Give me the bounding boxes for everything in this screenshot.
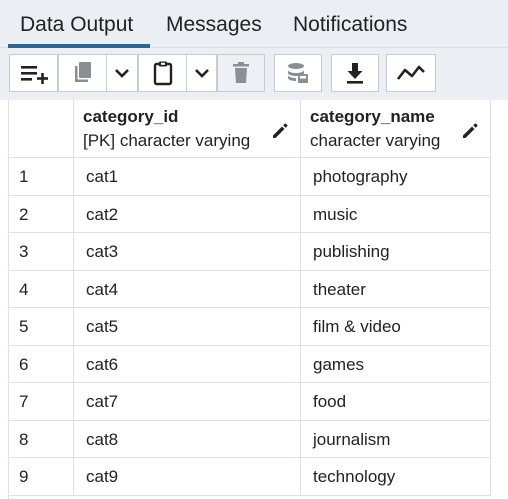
cell-category-name[interactable]: food (301, 383, 491, 421)
cell-category-id[interactable]: cat1 (74, 158, 301, 196)
cell-category-name[interactable]: journalism (301, 420, 491, 458)
column-header-category-id[interactable]: category_id [PK] character varying (74, 100, 301, 158)
edit-pencil-icon[interactable] (270, 121, 290, 141)
cell-category-name[interactable]: games (301, 345, 491, 383)
table-row[interactable]: 4 cat4 theater (9, 270, 508, 308)
column-name: category_name (310, 107, 435, 126)
cell-category-id[interactable]: cat7 (74, 383, 301, 421)
table-row[interactable]: 9 cat9 technology (9, 458, 508, 496)
row-number[interactable]: 3 (9, 233, 74, 271)
column-name: category_id (83, 107, 179, 126)
edit-pencil-icon[interactable] (460, 121, 480, 141)
copy-options-dropdown[interactable] (106, 55, 137, 91)
save-data-changes-button[interactable] (274, 54, 322, 92)
row-number[interactable]: 8 (9, 420, 74, 458)
paste-icon (153, 61, 172, 86)
table-row[interactable]: 1 cat1 photography (9, 158, 508, 196)
row-number[interactable]: 1 (9, 158, 74, 196)
row-number[interactable]: 2 (9, 195, 74, 233)
cell-category-id[interactable]: cat5 (74, 308, 301, 346)
column-type: [PK] character varying (83, 131, 251, 150)
cell-category-id[interactable]: cat8 (74, 420, 301, 458)
add-row-button[interactable] (9, 54, 58, 92)
cell-category-id[interactable]: cat2 (74, 195, 301, 233)
delete-icon (233, 62, 249, 83)
add-row-icon (20, 66, 48, 84)
row-number[interactable]: 9 (9, 458, 74, 496)
cell-category-name[interactable]: technology (301, 458, 491, 496)
download-results-button[interactable] (331, 54, 379, 92)
cell-category-id[interactable]: cat3 (74, 233, 301, 271)
tab-messages[interactable]: Messages (166, 0, 262, 48)
cell-category-id[interactable]: cat4 (74, 270, 301, 308)
table-row[interactable]: 2 cat2 music (9, 195, 508, 233)
row-number[interactable]: 5 (9, 308, 74, 346)
row-number[interactable]: 6 (9, 345, 74, 383)
table-row[interactable]: 3 cat3 publishing (9, 233, 508, 271)
table-row[interactable]: 8 cat8 journalism (9, 420, 508, 458)
save-data-icon (288, 63, 308, 83)
row-number-header (9, 100, 74, 158)
chevron-down-icon (115, 69, 130, 78)
copy-icon (74, 62, 91, 82)
row-number[interactable]: 4 (9, 270, 74, 308)
cell-category-name[interactable]: photography (301, 158, 491, 196)
cell-category-name[interactable]: publishing (301, 233, 491, 271)
column-header-category-name[interactable]: category_name character varying (301, 100, 491, 158)
chevron-down-icon (194, 69, 209, 78)
results-tab-bar: Data Output Messages Notifications (0, 0, 508, 48)
cell-category-name[interactable]: theater (301, 270, 491, 308)
table-row[interactable]: 5 cat5 film & video (9, 308, 508, 346)
graph-visualiser-button[interactable] (386, 54, 436, 92)
cell-category-id[interactable]: cat6 (74, 345, 301, 383)
row-number[interactable]: 7 (9, 383, 74, 421)
cell-category-name[interactable]: film & video (301, 308, 491, 346)
tab-notifications[interactable]: Notifications (293, 0, 407, 48)
query-results-panel: Data Output Messages Notifications categ… (0, 0, 508, 499)
paste-button-group (138, 54, 217, 92)
column-type: character varying (310, 131, 441, 150)
table-row[interactable]: 6 cat6 games (9, 345, 508, 383)
paste-options-dropdown[interactable] (186, 55, 216, 91)
graph-icon (396, 65, 425, 80)
cell-category-name[interactable]: music (301, 195, 491, 233)
delete-row-button[interactable] (217, 54, 265, 92)
copy-button-group (58, 54, 138, 92)
tab-data-output[interactable]: Data Output (20, 0, 133, 48)
paste-button[interactable] (139, 55, 186, 91)
table-row[interactable]: 7 cat7 food (9, 383, 508, 421)
copy-button[interactable] (59, 55, 106, 91)
cell-category-id[interactable]: cat9 (74, 458, 301, 496)
data-grid: category_id [PK] character varying categ… (8, 100, 508, 499)
download-icon (347, 63, 363, 84)
results-toolbar (0, 48, 508, 100)
